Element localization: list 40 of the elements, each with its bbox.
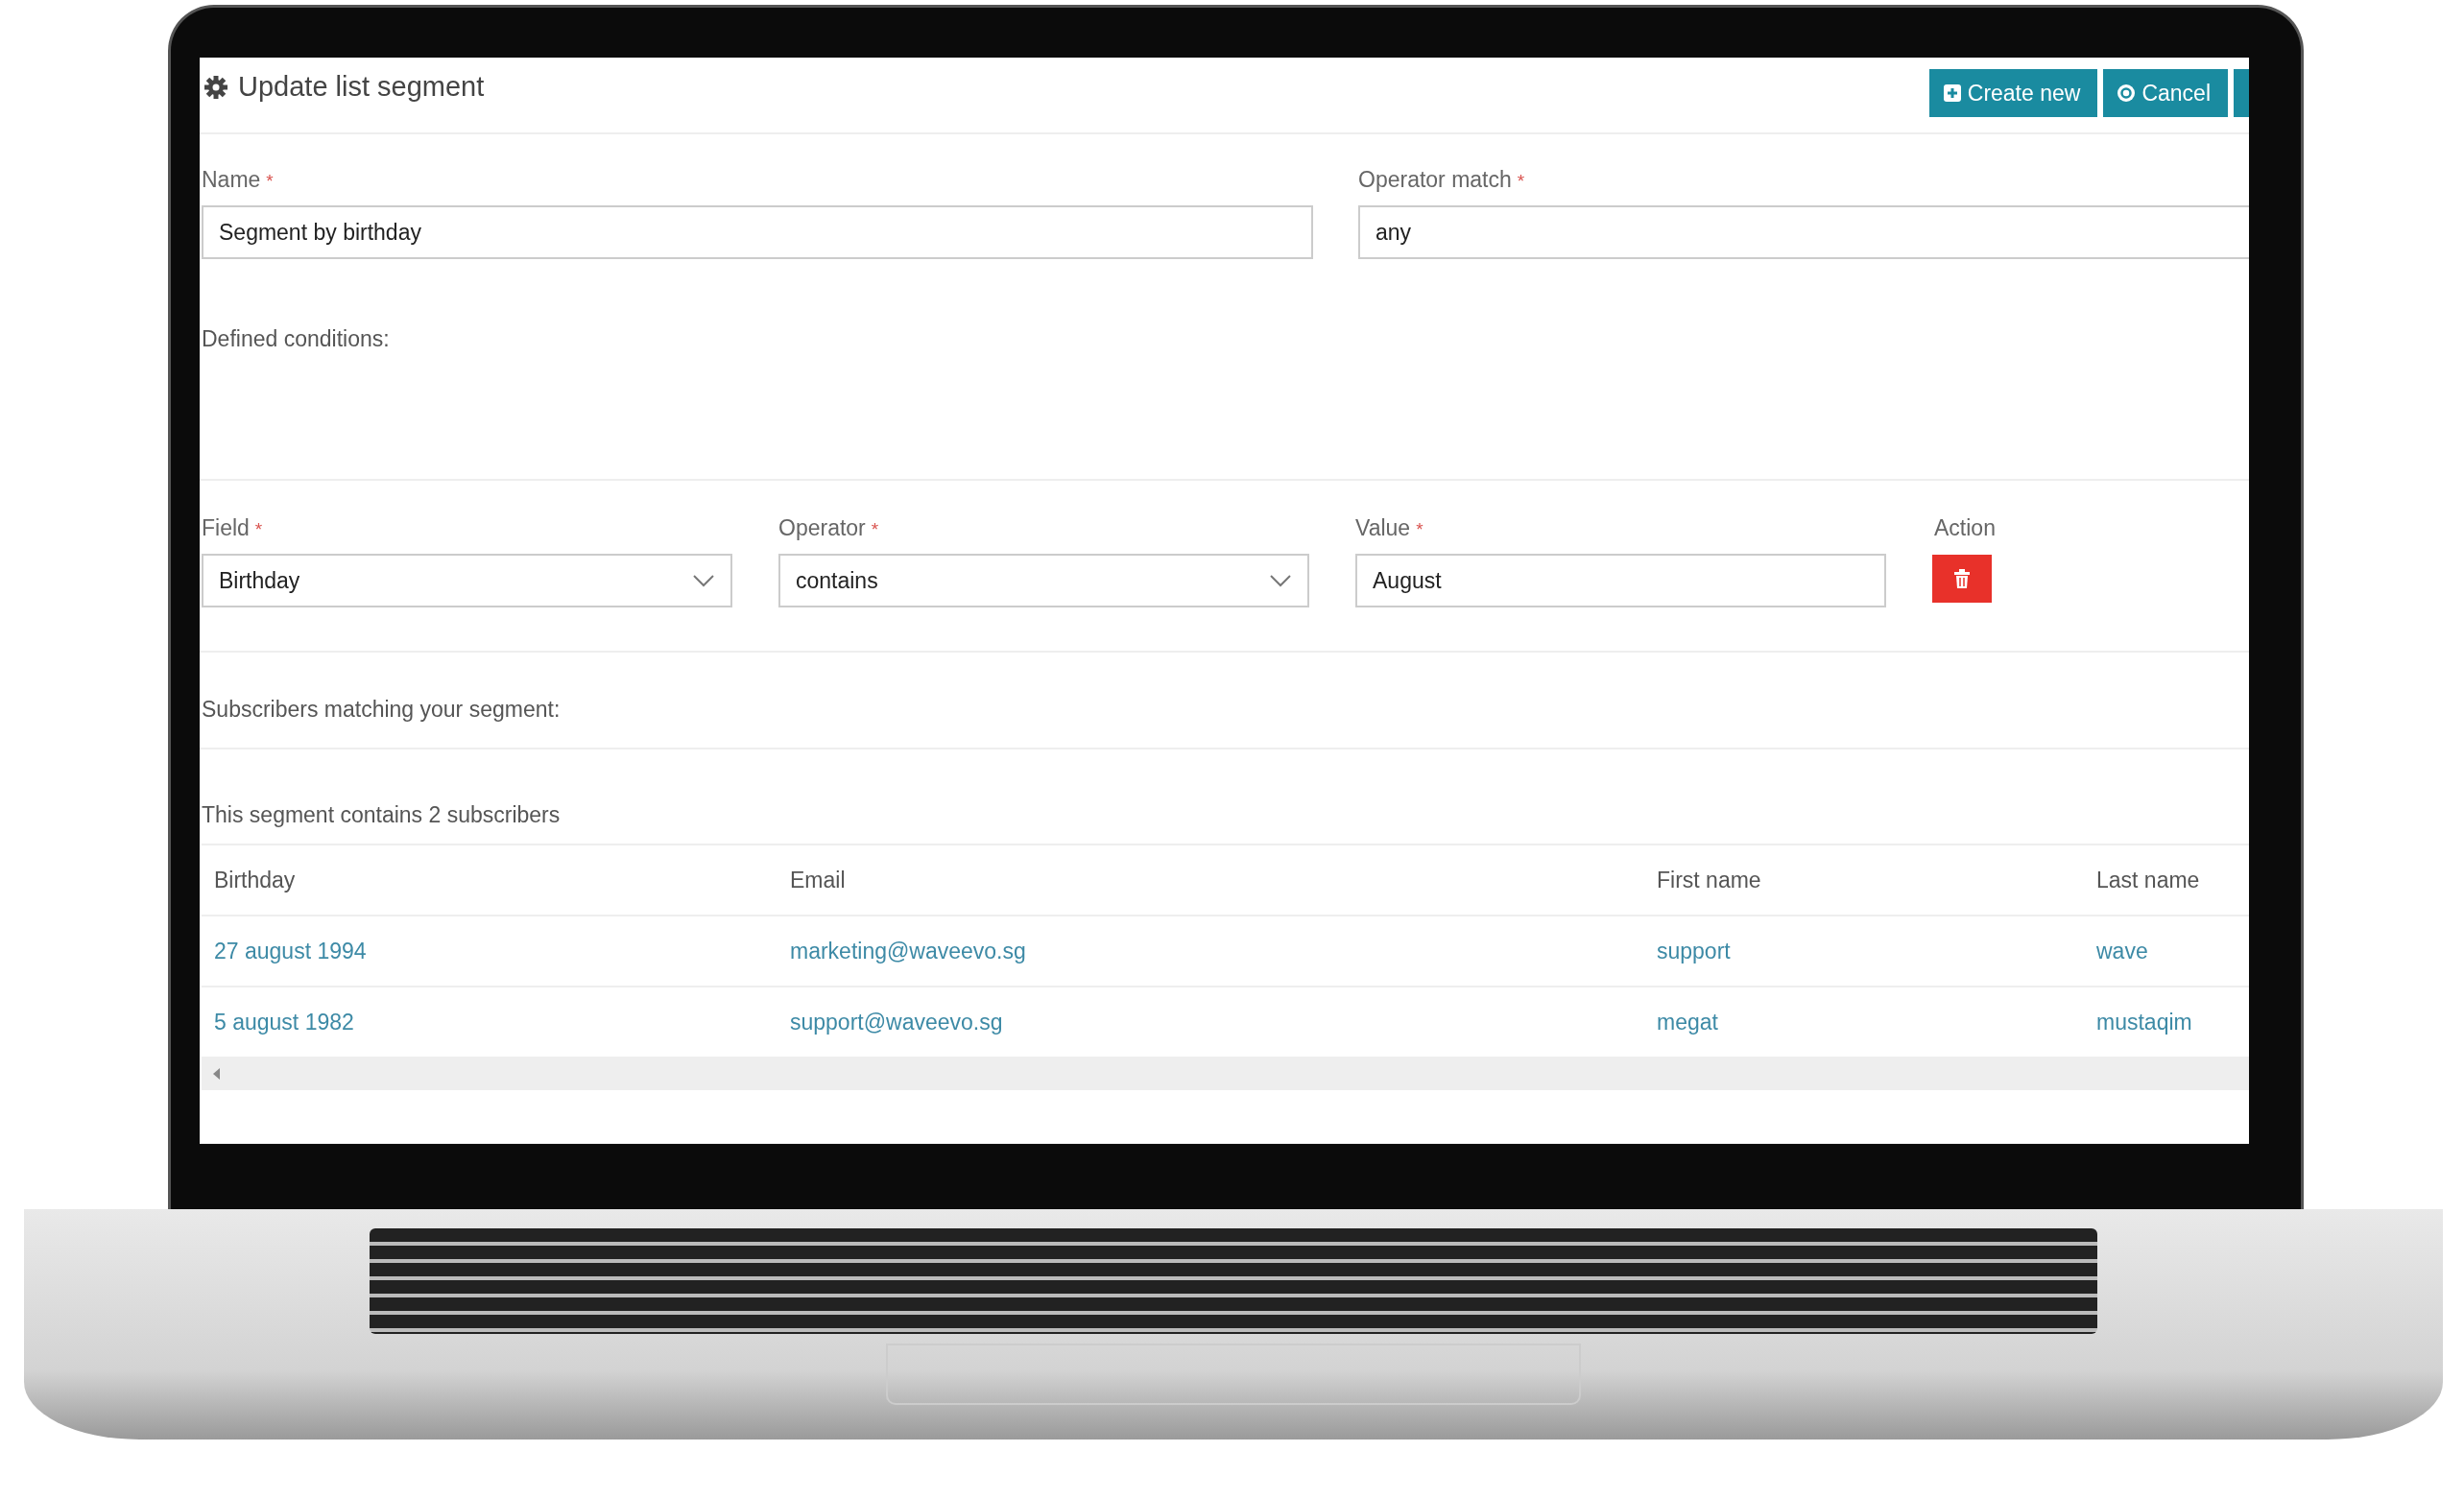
page-title: Update list segment <box>238 71 485 103</box>
column-header: Email <box>777 845 1644 916</box>
horizontal-scrollbar[interactable] <box>202 1057 2249 1090</box>
input-field[interactable]: August <box>1355 554 1886 607</box>
cancel-button[interactable]: Cancel <box>2103 69 2228 117</box>
required-mark: * <box>266 171 274 192</box>
partial-button[interactable] <box>2234 69 2249 117</box>
field-label: Value <box>1355 515 1411 541</box>
field-label: Operator <box>778 515 866 541</box>
chevron-down-icon <box>692 574 715 587</box>
section-label: Defined conditions: <box>201 326 391 352</box>
table-cell[interactable]: support <box>1644 916 2084 987</box>
left-arrow-icon <box>213 1067 220 1080</box>
delete-button[interactable] <box>1932 555 1992 603</box>
required-mark: * <box>1416 519 1423 540</box>
input-field[interactable]: any <box>1358 205 2249 259</box>
gear-icon <box>203 74 228 100</box>
input-field[interactable]: Segment by birthday <box>202 205 1313 259</box>
required-mark: * <box>1517 171 1525 192</box>
column-header: Last name <box>2084 845 2249 916</box>
field-label: Operator match <box>1358 167 1512 193</box>
required-mark: * <box>254 519 263 540</box>
table-cell[interactable]: wave <box>2084 916 2249 987</box>
column-header: First name <box>1644 845 2084 916</box>
table-cell[interactable]: marketing@waveevo.sg <box>777 916 1644 987</box>
section-label: Subscribers matching your segment: <box>201 697 562 723</box>
column-header: Birthday <box>202 845 777 916</box>
field-label: Action <box>1933 515 1997 541</box>
subscriber-count: This segment contains 2 subscribers <box>201 802 562 828</box>
create-new-button[interactable]: Create new <box>1928 69 2098 117</box>
select-field[interactable]: Birthday <box>202 554 732 607</box>
circle-icon <box>2117 83 2137 103</box>
field-label: Name <box>202 167 261 193</box>
select-field[interactable]: contains <box>778 554 1309 607</box>
table-cell[interactable]: 27 august 1994 <box>202 916 777 987</box>
field-label: Field <box>202 515 250 541</box>
required-mark: * <box>871 519 879 540</box>
plus-square-icon <box>1942 83 1962 103</box>
trash-icon <box>1953 569 1971 588</box>
chevron-down-icon <box>1269 574 1292 587</box>
